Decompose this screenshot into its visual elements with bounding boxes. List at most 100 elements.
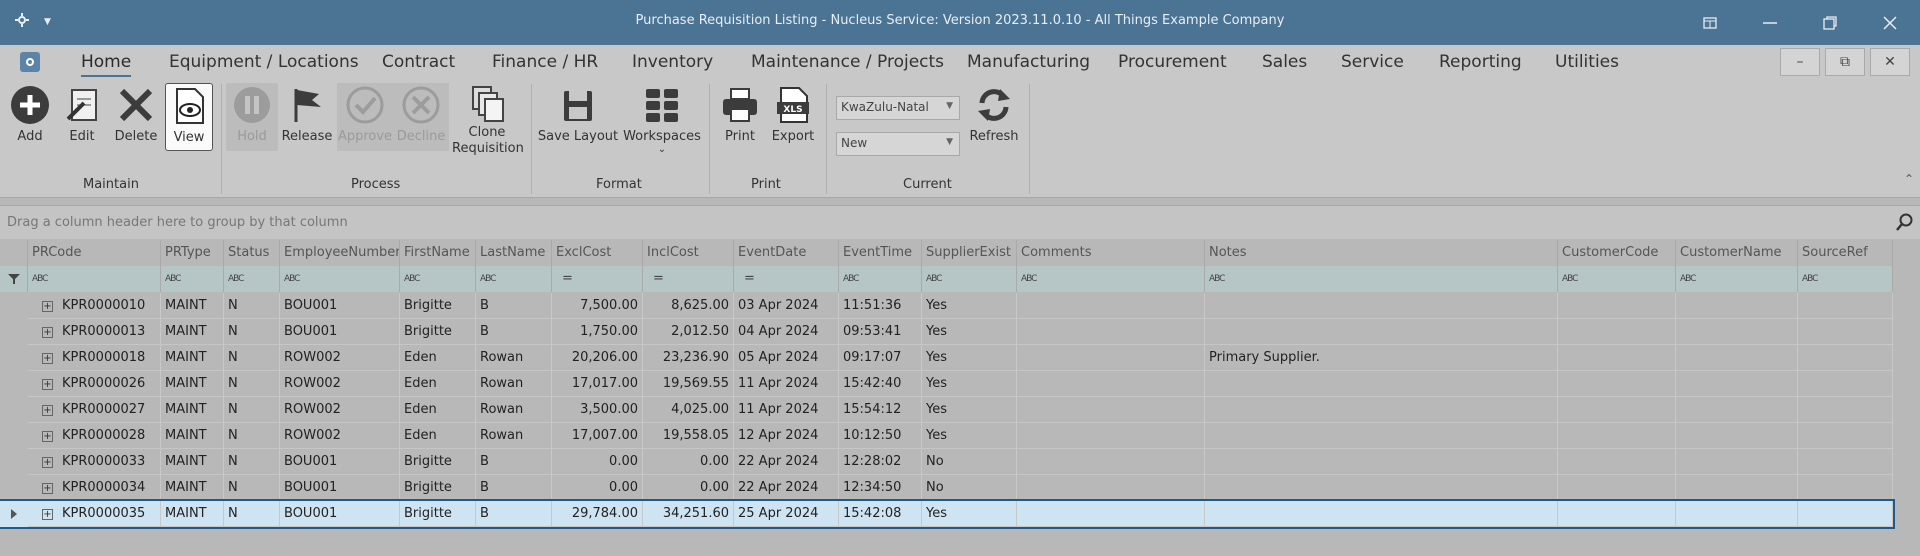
cell-exclcost[interactable]: 17,007.00 [552, 423, 643, 449]
expand-icon[interactable]: + [42, 457, 53, 468]
cell-supplierexist[interactable]: No [922, 475, 1017, 501]
row-pointer-icon[interactable] [0, 501, 28, 527]
column-header-exclcost[interactable]: ExclCost [552, 240, 643, 266]
cell-inclcost[interactable]: 19,558.05 [643, 423, 734, 449]
cell-prcode[interactable]: + KPR0000013 [28, 319, 161, 345]
cell-eventdate[interactable]: 11 Apr 2024 [734, 397, 839, 423]
cell-firstname[interactable]: Brigitte [400, 319, 476, 345]
cell-exclcost[interactable]: 17,017.00 [552, 371, 643, 397]
cell-inclcost[interactable]: 2,012.50 [643, 319, 734, 345]
cell-customername[interactable] [1676, 397, 1798, 423]
cell-inclcost[interactable]: 0.00 [643, 449, 734, 475]
cell-customercode[interactable] [1558, 475, 1676, 501]
cell-notes[interactable]: Primary Supplier. [1205, 345, 1558, 371]
cell-employeenumber[interactable]: ROW002 [280, 371, 400, 397]
column-header-notes[interactable]: Notes [1205, 240, 1558, 266]
refresh-button[interactable]: Refresh [968, 83, 1020, 153]
table-row[interactable]: + KPR0000026 MAINT N ROW002 Eden Rowan 17,017.0… [0, 371, 1893, 397]
cell-status[interactable]: N [224, 319, 280, 345]
cell-sourceref[interactable] [1798, 319, 1893, 345]
cell-supplierexist[interactable]: Yes [922, 397, 1017, 423]
cell-prtype[interactable]: MAINT [161, 397, 224, 423]
filter-cell-lastname[interactable]: ABC [476, 266, 552, 292]
row-indicator[interactable] [0, 397, 28, 423]
cell-eventdate[interactable]: 03 Apr 2024 [734, 293, 839, 319]
column-header-customercode[interactable]: CustomerCode [1558, 240, 1676, 266]
cell-customercode[interactable] [1558, 501, 1676, 527]
cell-notes[interactable] [1205, 371, 1558, 397]
expand-icon[interactable]: + [42, 327, 53, 338]
column-header-lastname[interactable]: LastName [476, 240, 552, 266]
cell-customercode[interactable] [1558, 397, 1676, 423]
cell-exclcost[interactable]: 0.00 [552, 475, 643, 501]
cell-eventdate[interactable]: 25 Apr 2024 [734, 501, 839, 527]
cell-customername[interactable] [1676, 423, 1798, 449]
table-row[interactable]: + KPR0000018 MAINT N ROW002 Eden Rowan 20,206.0… [0, 345, 1893, 371]
cell-eventtime[interactable]: 11:51:36 [839, 293, 922, 319]
cell-prcode[interactable]: + KPR0000033 [28, 449, 161, 475]
cell-sourceref[interactable] [1798, 423, 1893, 449]
column-header-inclcost[interactable]: InclCost [643, 240, 734, 266]
cell-customername[interactable] [1676, 371, 1798, 397]
filter-cell-supplierexist[interactable]: ABC [922, 266, 1017, 292]
column-header-sourceref[interactable]: SourceRef [1798, 240, 1893, 266]
cell-comments[interactable] [1017, 319, 1205, 345]
cell-firstname[interactable]: Eden [400, 345, 476, 371]
hold-button[interactable]: Hold [226, 83, 278, 151]
minimize-icon[interactable] [1740, 0, 1800, 45]
cell-employeenumber[interactable]: BOU001 [280, 449, 400, 475]
cell-prcode[interactable]: + KPR0000026 [28, 371, 161, 397]
row-indicator[interactable] [0, 449, 28, 475]
cell-lastname[interactable]: Rowan [476, 423, 552, 449]
tab-contract[interactable]: Contract [382, 52, 455, 72]
cell-customername[interactable] [1676, 475, 1798, 501]
cell-prtype[interactable]: MAINT [161, 475, 224, 501]
cell-eventdate[interactable]: 05 Apr 2024 [734, 345, 839, 371]
tab-service[interactable]: Service [1341, 52, 1404, 72]
table-row[interactable]: + KPR0000033 MAINT N BOU001 Brigitte B 0.00 0.00… [0, 449, 1893, 475]
decline-button[interactable]: Decline [393, 83, 449, 151]
row-indicator[interactable] [0, 319, 28, 345]
cell-notes[interactable] [1205, 501, 1558, 527]
cell-eventtime[interactable]: 15:42:08 [839, 501, 922, 527]
restore-icon[interactable] [1800, 0, 1860, 45]
cell-comments[interactable] [1017, 345, 1205, 371]
cell-comments[interactable] [1017, 423, 1205, 449]
cell-prtype[interactable]: MAINT [161, 423, 224, 449]
save-layout-button[interactable]: Save Layout [537, 83, 619, 153]
workspaces-button[interactable]: Workspaces ⌄ [622, 83, 702, 168]
column-header-supplierexist[interactable]: SupplierExist [922, 240, 1017, 266]
cell-supplierexist[interactable]: Yes [922, 319, 1017, 345]
tab-home[interactable]: Home [81, 52, 132, 77]
cell-supplierexist[interactable]: Yes [922, 293, 1017, 319]
cell-status[interactable]: N [224, 449, 280, 475]
search-icon[interactable] [1896, 213, 1914, 235]
table-row[interactable]: + KPR0000013 MAINT N BOU001 Brigitte B 1,750.00… [0, 319, 1893, 345]
cell-eventtime[interactable]: 15:54:12 [839, 397, 922, 423]
cell-comments[interactable] [1017, 449, 1205, 475]
cell-lastname[interactable]: B [476, 449, 552, 475]
group-by-panel[interactable]: Drag a column header here to group by th… [0, 205, 1920, 239]
approve-button[interactable]: Approve [337, 83, 393, 151]
status-dropdown[interactable]: New ▼ [836, 132, 960, 156]
column-header-comments[interactable]: Comments [1017, 240, 1205, 266]
delete-button[interactable]: Delete [112, 83, 160, 153]
cell-prtype[interactable]: MAINT [161, 319, 224, 345]
cell-employeenumber[interactable]: BOU001 [280, 501, 400, 527]
cell-sourceref[interactable] [1798, 397, 1893, 423]
cell-inclcost[interactable]: 23,236.90 [643, 345, 734, 371]
print-button[interactable]: Print [717, 83, 763, 153]
cell-customercode[interactable] [1558, 293, 1676, 319]
cell-customercode[interactable] [1558, 345, 1676, 371]
cell-comments[interactable] [1017, 371, 1205, 397]
table-row[interactable]: + KPR0000010 MAINT N BOU001 Brigitte B 7,500.00… [0, 293, 1893, 319]
cell-supplierexist[interactable]: Yes [922, 371, 1017, 397]
cell-eventtime[interactable]: 12:28:02 [839, 449, 922, 475]
cell-firstname[interactable]: Brigitte [400, 475, 476, 501]
cell-prcode[interactable]: + KPR0000010 [28, 293, 161, 319]
cell-eventtime[interactable]: 09:17:07 [839, 345, 922, 371]
cell-firstname[interactable]: Eden [400, 371, 476, 397]
row-indicator[interactable] [0, 293, 28, 319]
cell-eventtime[interactable]: 10:12:50 [839, 423, 922, 449]
table-row[interactable]: + KPR0000028 MAINT N ROW002 Eden Rowan 17,007.0… [0, 423, 1893, 449]
